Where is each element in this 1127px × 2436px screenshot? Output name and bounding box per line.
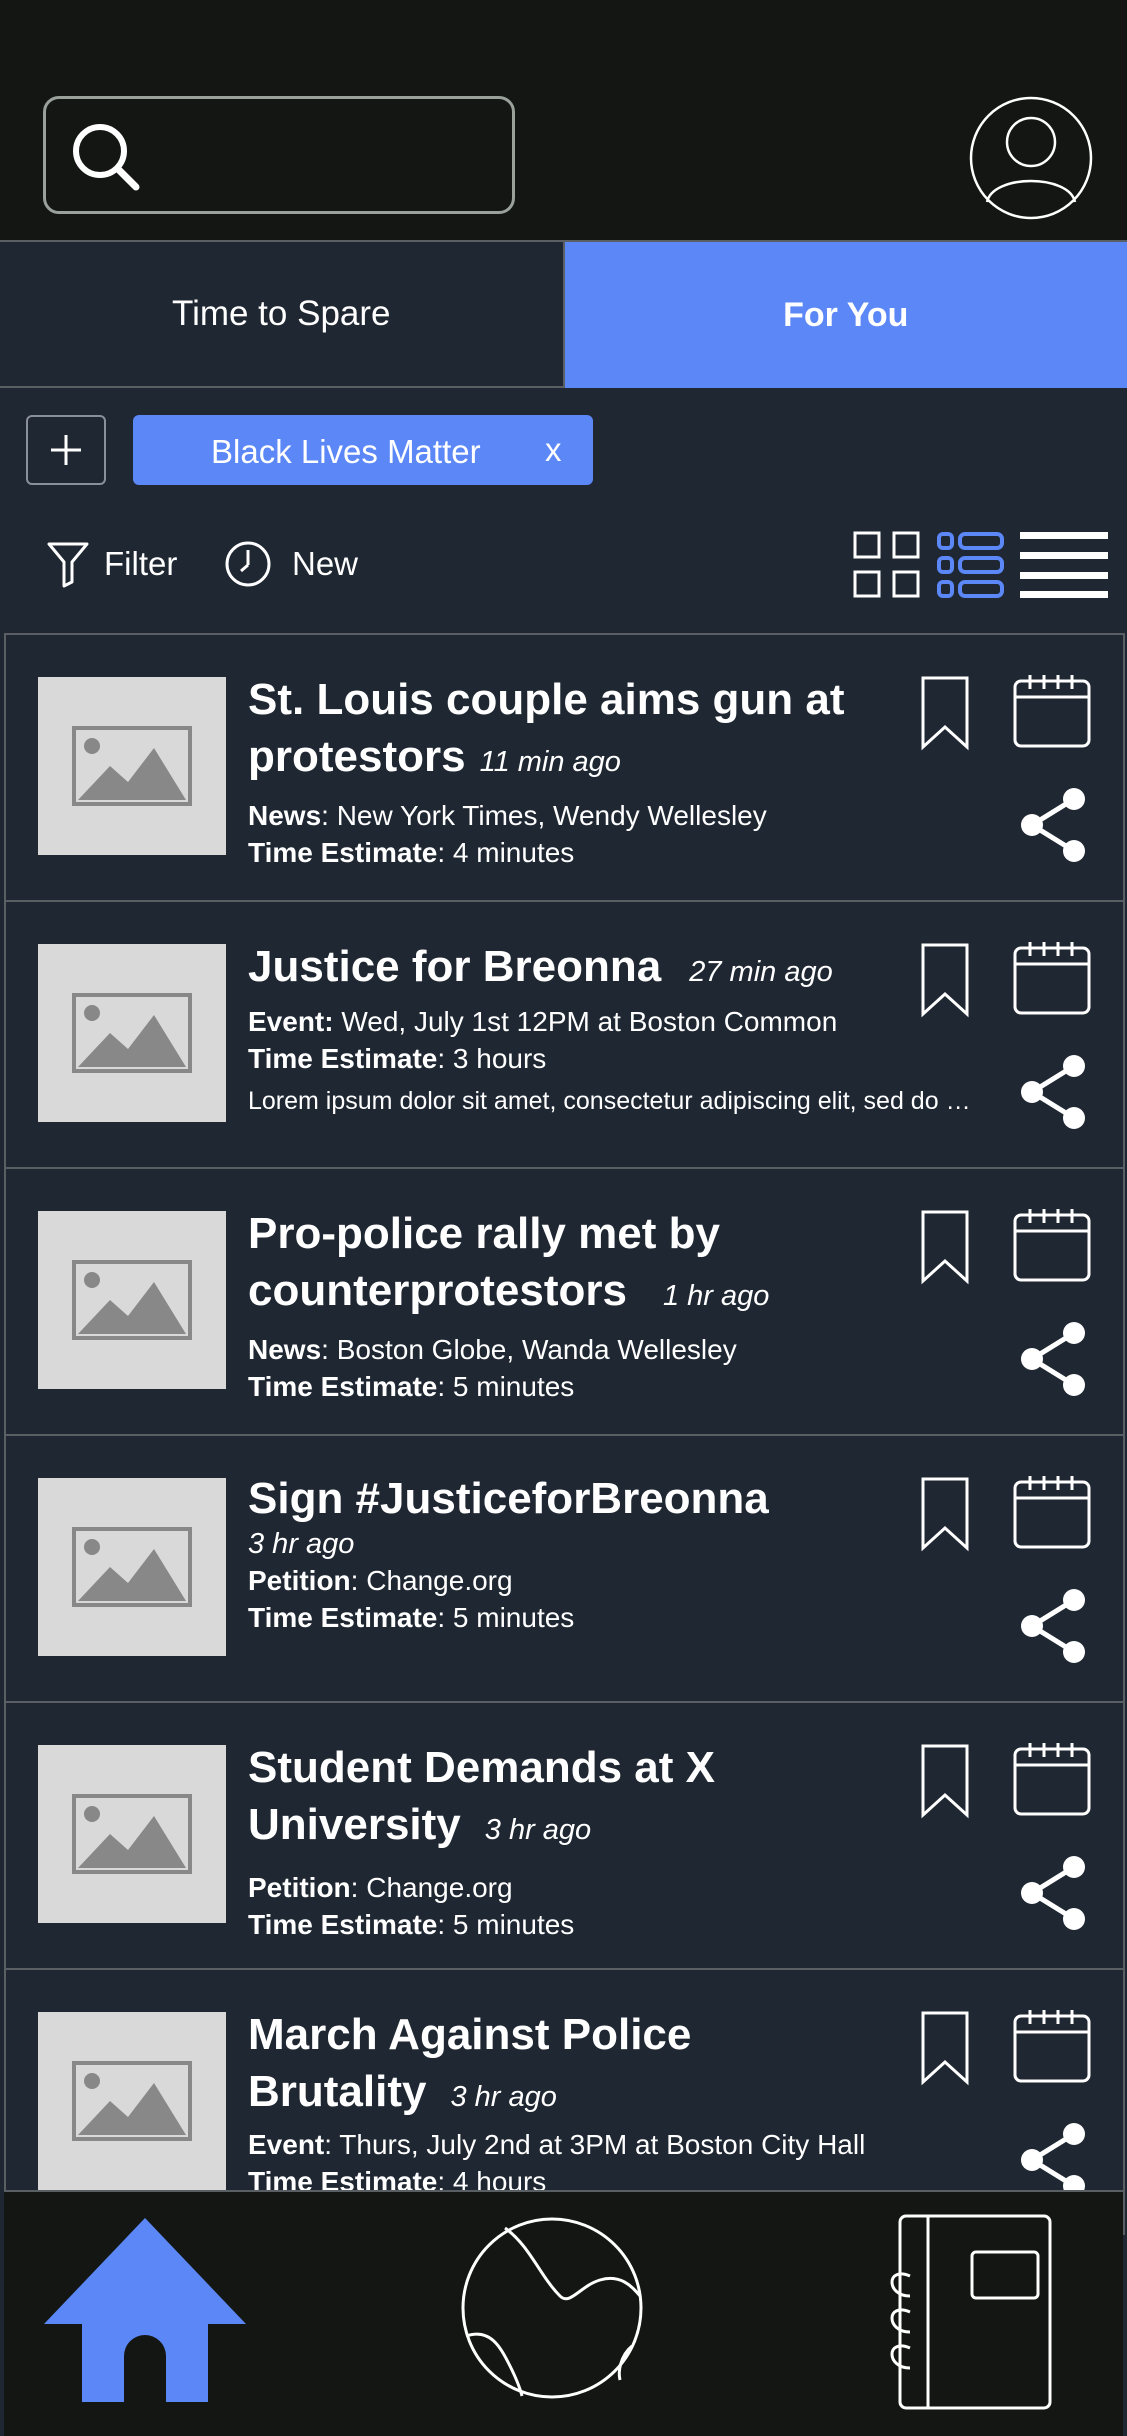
image-placeholder-icon: [38, 1211, 226, 1389]
card-snippet: Lorem ipsum dolor sit amet, consectetur …: [248, 1087, 976, 1115]
share-icon[interactable]: [1018, 1855, 1088, 1931]
view-switcher: [852, 530, 1108, 600]
meta-label: News: [248, 1334, 322, 1365]
meta-label: Time Estimate: [248, 837, 438, 868]
meta-value: Wed, July 1st 12PM at Boston Common: [333, 1006, 838, 1037]
image-placeholder-icon: [38, 1478, 226, 1656]
meta-label: Event:: [248, 1006, 334, 1037]
filter-button[interactable]: Filter: [46, 540, 177, 588]
image-placeholder-icon: [38, 677, 226, 855]
card-time: 3 hr ago: [484, 1814, 592, 1846]
user-avatar-icon[interactable]: [969, 96, 1093, 220]
topic-chip-label: Black Lives Matter: [211, 433, 481, 470]
meta-value: : 5 minutes: [437, 1602, 575, 1633]
meta-label: Time Estimate: [248, 1909, 438, 1940]
meta-value: : 3 hours: [437, 1043, 547, 1074]
meta-value: : Change.org: [350, 1872, 513, 1903]
home-icon: [44, 2218, 246, 2402]
tab-label: For You: [783, 295, 909, 334]
feed-card[interactable]: Justice for Breonna 27 min ago Event: Wed…: [4, 900, 1125, 1167]
meta-label: Event: [248, 2129, 325, 2160]
meta-value: : 5 minutes: [437, 1371, 575, 1402]
calendar-icon[interactable]: [1012, 1741, 1092, 1817]
notebook-icon: [890, 2214, 1052, 2410]
bookmark-icon[interactable]: [920, 942, 970, 1018]
meta-label: News: [248, 800, 322, 831]
meta-value: : 4 minutes: [437, 837, 575, 868]
tab-bar: Time to Spare For You: [0, 242, 1127, 388]
nav-explore[interactable]: [460, 2216, 644, 2405]
share-icon[interactable]: [1018, 2122, 1088, 2198]
tab-time-to-spare[interactable]: Time to Spare: [0, 242, 565, 388]
bookmark-icon[interactable]: [920, 675, 970, 751]
share-icon[interactable]: [1018, 787, 1088, 863]
meta-value: : Boston Globe, Wanda Wellesley: [321, 1334, 737, 1365]
topic-chip[interactable]: Black Lives Matter x: [133, 415, 593, 485]
filter-icon: [47, 542, 89, 588]
calendar-icon[interactable]: [1012, 1207, 1092, 1283]
card-time: 1 hr ago: [662, 1280, 770, 1312]
meta-label: Petition: [248, 1565, 351, 1596]
grid-view-icon[interactable]: [852, 530, 922, 600]
bookmark-icon[interactable]: [920, 1743, 970, 1819]
meta-value: : New York Times, Wendy Wellesley: [321, 800, 767, 831]
share-icon[interactable]: [1018, 1054, 1088, 1130]
calendar-icon[interactable]: [1012, 1474, 1092, 1550]
feed-card[interactable]: Sign #JusticeforBreonna 3 hr ago Petitio…: [4, 1434, 1125, 1701]
card-time: 3 hr ago: [248, 1528, 355, 1560]
plus-icon: [51, 435, 81, 465]
meta-label: Time Estimate: [248, 1371, 438, 1402]
new-label: New: [292, 545, 359, 582]
clock-icon: [225, 541, 271, 587]
image-placeholder-icon: [38, 2012, 226, 2190]
meta-value: : Thurs, July 2nd at 3PM at Boston City …: [324, 2129, 866, 2160]
add-topic-button[interactable]: [26, 415, 106, 485]
card-time: 11 min ago: [479, 746, 621, 778]
card-time: 3 hr ago: [450, 2081, 557, 2113]
card-title: Pro-police rally met by counterprotestor…: [248, 1209, 720, 1315]
bookmark-icon[interactable]: [920, 1476, 970, 1552]
nav-home[interactable]: [42, 2216, 248, 2407]
bookmark-icon[interactable]: [920, 1209, 970, 1285]
meta-label: Time Estimate: [248, 1602, 438, 1633]
feed-card[interactable]: Student Demands at X University 3 hr ago …: [4, 1701, 1125, 1968]
meta-value: : Change.org: [350, 1565, 513, 1596]
calendar-icon[interactable]: [1012, 673, 1092, 749]
card-title: Student Demands at X University: [248, 1743, 715, 1849]
feed-card[interactable]: St. Louis couple aims gun at protestors 1…: [4, 633, 1125, 900]
card-title: Justice for Breonna: [248, 942, 662, 991]
card-time: 27 min ago: [689, 956, 833, 988]
share-icon[interactable]: [1018, 1588, 1088, 1664]
feed-card[interactable]: Pro-police rally met by counterprotestor…: [4, 1167, 1125, 1434]
nav-notebook[interactable]: [876, 2212, 1056, 2417]
search-input[interactable]: [43, 96, 515, 214]
card-title: Sign #JusticeforBreonna: [248, 1474, 769, 1523]
globe-icon: [461, 2217, 643, 2399]
meta-label: Time Estimate: [248, 1043, 438, 1074]
bookmark-icon[interactable]: [920, 2010, 970, 2086]
meta-value: : 5 minutes: [437, 1909, 575, 1940]
share-icon[interactable]: [1018, 1321, 1088, 1397]
list-card-view-icon[interactable]: [936, 530, 1006, 600]
top-bar: [0, 0, 1127, 242]
image-placeholder-icon: [38, 944, 226, 1122]
sort-new-button[interactable]: New: [224, 540, 358, 588]
remove-chip-button[interactable]: x: [545, 431, 562, 469]
tab-label: Time to Spare: [171, 294, 391, 333]
tab-for-you[interactable]: For You: [564, 242, 1127, 388]
feed-list: St. Louis couple aims gun at protestors 1…: [4, 633, 1125, 2235]
filter-label: Filter: [104, 545, 178, 582]
image-placeholder-icon: [38, 1745, 226, 1923]
calendar-icon[interactable]: [1012, 2008, 1092, 2084]
meta-label: Petition: [248, 1872, 351, 1903]
compact-list-view-icon[interactable]: [1020, 530, 1108, 600]
bottom-nav: [4, 2190, 1123, 2436]
search-icon: [73, 124, 140, 191]
calendar-icon[interactable]: [1012, 940, 1092, 1016]
